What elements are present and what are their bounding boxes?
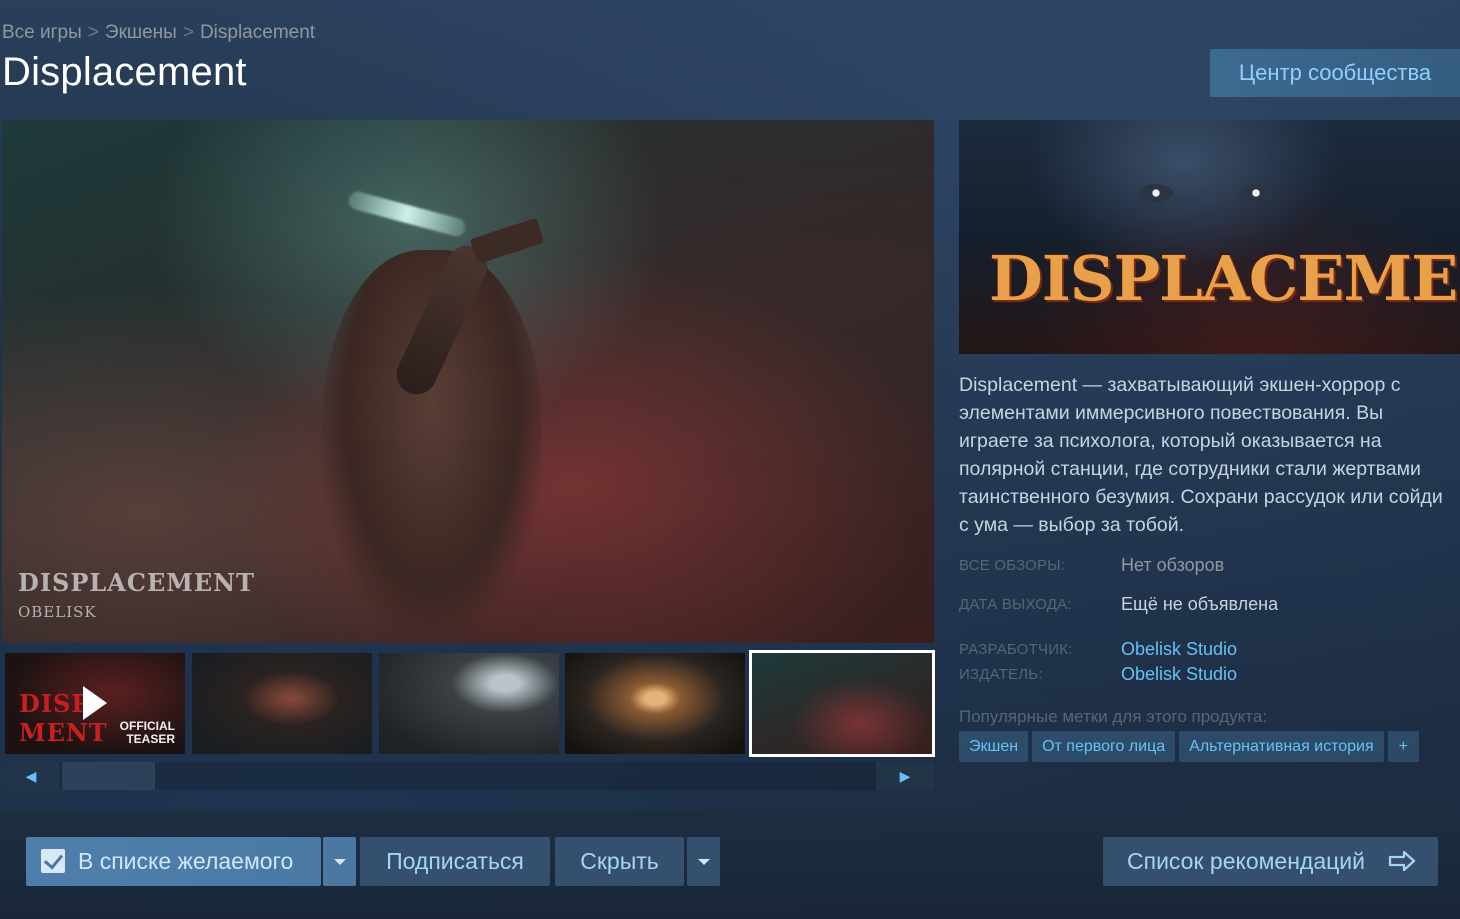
page-title: Displacement bbox=[2, 50, 247, 94]
scrollbar-handle[interactable] bbox=[62, 762, 155, 790]
ignore-button[interactable]: Скрыть bbox=[555, 837, 684, 886]
breadcrumb: Все игры > Экшены > Displacement bbox=[2, 22, 315, 44]
capsule-logo: DISPLACEMENT bbox=[989, 242, 1460, 315]
thumbnail-scrollbar[interactable]: ◀ ▶ bbox=[2, 762, 934, 790]
community-hub-button[interactable]: Центр сообщества bbox=[1210, 49, 1460, 97]
follow-button[interactable]: Подписаться bbox=[360, 837, 550, 886]
wishlist-dropdown-button[interactable] bbox=[323, 837, 356, 886]
thumbnail-screenshot[interactable] bbox=[379, 653, 559, 754]
thumbnail-screenshot-selected[interactable] bbox=[749, 650, 935, 757]
capsule-eye bbox=[1239, 184, 1273, 202]
scroll-left-arrow-icon[interactable]: ◀ bbox=[2, 762, 60, 790]
game-description: Displacement — захватывающий экшен-хорро… bbox=[959, 374, 1443, 536]
publisher-row: ИЗДАТЕЛЬ: Obelisk Studio bbox=[959, 664, 1237, 684]
action-bar: В списке желаемого Подписаться Скрыть Сп… bbox=[0, 810, 1460, 919]
capsule-eyes bbox=[1129, 168, 1309, 228]
breadcrumb-separator: > bbox=[182, 22, 194, 43]
chevron-down-icon bbox=[697, 858, 710, 865]
breadcrumb-separator: > bbox=[87, 22, 99, 43]
tags-label: Популярные метки для этого продукта: bbox=[959, 707, 1268, 726]
breadcrumb-all-games[interactable]: Все игры bbox=[2, 22, 82, 43]
developer-row: РАЗРАБОТЧИК: Obelisk Studio bbox=[959, 639, 1237, 659]
community-hub-label: Центр сообщества bbox=[1238, 60, 1432, 85]
release-date-label: ДАТА ВЫХОДА: bbox=[959, 596, 1072, 613]
watermark-title: DISPLACEMENT bbox=[18, 568, 255, 597]
capsule-eye bbox=[1139, 184, 1173, 202]
discovery-queue-label: Список рекомендаций bbox=[1127, 848, 1365, 874]
screenshot-watermark: DISPLACEMENT OBELISK bbox=[18, 568, 255, 621]
wishlist-label: В списке желаемого bbox=[78, 848, 294, 874]
thumbnail-screenshot[interactable] bbox=[565, 653, 745, 754]
tag-item[interactable]: Экшен bbox=[959, 731, 1029, 762]
breadcrumb-current[interactable]: Displacement bbox=[200, 22, 315, 43]
wishlist-button[interactable]: В списке желаемого bbox=[26, 837, 321, 886]
ignore-label: Скрыть bbox=[580, 848, 659, 874]
arrow-right-icon bbox=[1388, 850, 1416, 872]
discovery-queue-button[interactable]: Список рекомендаций bbox=[1103, 837, 1438, 886]
reviews-value: Нет обзоров bbox=[1121, 555, 1225, 575]
reviews-row: ВСЕ ОБЗОРЫ: Нет обзоров bbox=[959, 555, 1224, 575]
main-screenshot[interactable]: DISPLACEMENT OBELISK bbox=[2, 120, 934, 643]
tag-list: Экшен От первого лица Альтернативная ист… bbox=[959, 731, 1419, 763]
checkmark-icon bbox=[41, 849, 65, 873]
developer-label: РАЗРАБОТЧИК: bbox=[959, 641, 1073, 658]
thumbnail-video[interactable]: DISP MENT OFFICIAL TEASER bbox=[5, 653, 185, 754]
scroll-right-arrow-icon[interactable]: ▶ bbox=[876, 762, 934, 790]
thumbnail-strip: DISP MENT OFFICIAL TEASER bbox=[2, 650, 935, 757]
chevron-down-icon bbox=[333, 858, 346, 865]
breadcrumb-action[interactable]: Экшены bbox=[105, 22, 177, 43]
ignore-dropdown-button[interactable] bbox=[687, 837, 720, 886]
developer-link[interactable]: Obelisk Studio bbox=[1121, 639, 1237, 660]
release-date-value: Ещё не объявлена bbox=[1121, 594, 1279, 614]
thumbnail-video-label: OFFICIAL TEASER bbox=[119, 719, 175, 746]
publisher-link[interactable]: Obelisk Studio bbox=[1121, 664, 1237, 685]
add-tag-button[interactable]: + bbox=[1387, 731, 1419, 762]
watermark-subtitle: OBELISK bbox=[18, 603, 97, 621]
thumbnail-screenshot[interactable] bbox=[192, 653, 372, 754]
reviews-label: ВСЕ ОБЗОРЫ: bbox=[959, 557, 1066, 574]
play-icon bbox=[83, 686, 107, 720]
header-capsule-image: DISPLACEMENT bbox=[959, 120, 1460, 354]
follow-label: Подписаться bbox=[386, 848, 524, 874]
tag-item[interactable]: От первого лица bbox=[1032, 731, 1176, 762]
release-date-row: ДАТА ВЫХОДА: Ещё не объявлена bbox=[959, 594, 1278, 614]
tag-item[interactable]: Альтернативная история bbox=[1179, 731, 1384, 762]
publisher-label: ИЗДАТЕЛЬ: bbox=[959, 666, 1043, 683]
